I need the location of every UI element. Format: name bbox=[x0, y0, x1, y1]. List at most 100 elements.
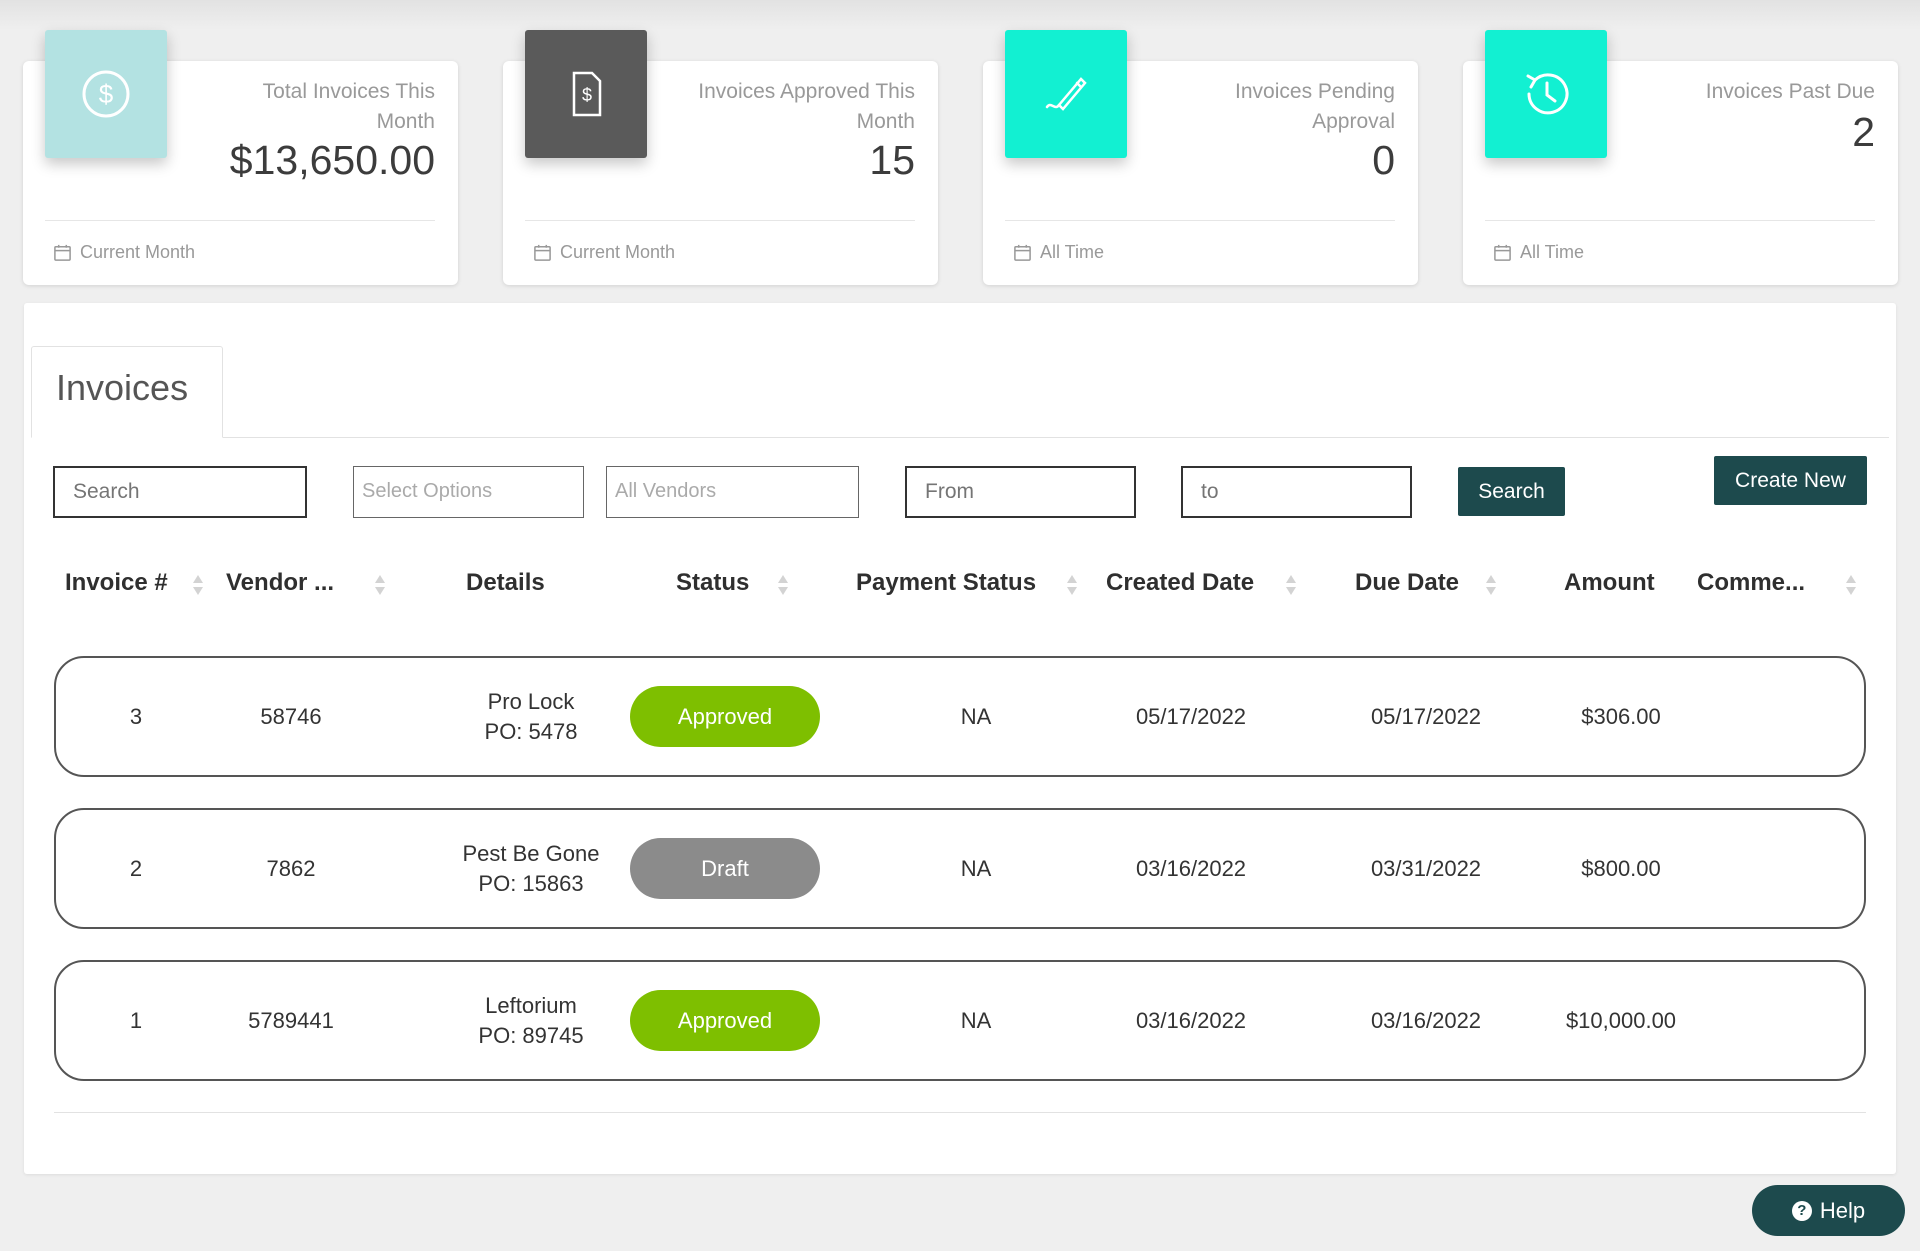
tab-bar bbox=[31, 437, 1889, 438]
table-row[interactable]: 1 5789441 Leftorium PO: 89745 Approved N… bbox=[54, 960, 1866, 1081]
comment bbox=[1706, 962, 1846, 1079]
column-header-details: Details bbox=[466, 569, 545, 596]
comment bbox=[1706, 810, 1846, 927]
svg-text:$: $ bbox=[99, 79, 114, 109]
column-header-vendor[interactable]: Vendor ... bbox=[226, 569, 334, 597]
table-row[interactable]: 3 58746 Pro Lock PO: 5478 Approved NA 05… bbox=[54, 656, 1866, 777]
to-date-input[interactable] bbox=[1181, 466, 1412, 518]
stat-card-pending: Invoices Pending Approval 0 All Time bbox=[983, 30, 1418, 285]
calendar-icon bbox=[1014, 244, 1031, 261]
card-divider bbox=[525, 220, 915, 221]
stat-card-total-invoices: $ Total Invoices This Month $13,650.00 C… bbox=[23, 30, 458, 285]
amount: $10,000.00 bbox=[1565, 1007, 1677, 1033]
column-header-created-date[interactable]: Created Date bbox=[1106, 569, 1254, 597]
sort-icon[interactable] bbox=[1286, 575, 1296, 597]
sort-icon[interactable] bbox=[375, 575, 385, 597]
details-po: PO: 15863 bbox=[478, 870, 584, 896]
created-date: 05/17/2022 bbox=[1135, 703, 1247, 729]
tab-invoices[interactable]: Invoices bbox=[31, 346, 223, 438]
svg-text:$: $ bbox=[582, 85, 592, 105]
payment-status: NA bbox=[960, 703, 992, 729]
created-date: 03/16/2022 bbox=[1135, 855, 1247, 881]
search-button[interactable]: Search bbox=[1458, 467, 1565, 516]
card-title: Invoices Pending Approval bbox=[1235, 80, 1395, 133]
created-date: 03/16/2022 bbox=[1135, 1007, 1247, 1033]
column-header-due-date[interactable]: Due Date bbox=[1355, 569, 1459, 597]
card-footer-label: Current Month bbox=[560, 242, 676, 262]
table-bottom-divider bbox=[54, 1112, 1866, 1113]
card-divider bbox=[1485, 220, 1875, 221]
calendar-icon bbox=[1494, 244, 1511, 261]
card-footer-label: All Time bbox=[1040, 242, 1105, 262]
payment-status: NA bbox=[960, 855, 992, 881]
dollar-circle-icon: $ bbox=[45, 30, 167, 158]
card-title: Invoices Approved This Month bbox=[698, 80, 915, 133]
column-header-comments[interactable]: Comme... bbox=[1697, 569, 1805, 597]
card-footer: Current Month bbox=[533, 242, 675, 263]
card-value: 15 bbox=[869, 137, 915, 183]
status-select[interactable]: Select Options bbox=[353, 466, 584, 518]
card-value: 0 bbox=[1372, 137, 1395, 183]
stat-card-approved: $ Invoices Approved This Month 15 Curren… bbox=[503, 30, 938, 285]
card-footer-label: Current Month bbox=[80, 242, 196, 262]
question-circle-icon: ? bbox=[1791, 1200, 1812, 1221]
card-divider bbox=[45, 220, 435, 221]
help-label: Help bbox=[1819, 1197, 1866, 1223]
sort-icon[interactable] bbox=[778, 575, 788, 597]
details-po: PO: 5478 bbox=[484, 718, 578, 744]
vendor-select[interactable]: All Vendors bbox=[606, 466, 859, 518]
amount: $306.00 bbox=[1581, 703, 1661, 729]
card-value: 2 bbox=[1852, 109, 1875, 155]
due-date: 05/17/2022 bbox=[1370, 703, 1482, 729]
clock-history-icon bbox=[1485, 30, 1607, 158]
vendor-number: 58746 bbox=[260, 703, 322, 729]
details: Pro Lock PO: 5478 bbox=[416, 658, 646, 775]
card-footer: Current Month bbox=[53, 242, 195, 263]
details-name: Pro Lock bbox=[487, 688, 575, 714]
card-title: Invoices Past Due bbox=[1705, 80, 1875, 103]
table-row[interactable]: 2 7862 Pest Be Gone PO: 15863 Draft NA 0… bbox=[54, 808, 1866, 929]
column-header-invoice[interactable]: Invoice # bbox=[65, 569, 168, 597]
sort-icon[interactable] bbox=[1486, 575, 1496, 597]
amount: $800.00 bbox=[1581, 855, 1661, 881]
top-shade bbox=[0, 0, 1920, 30]
card-value: $13,650.00 bbox=[229, 137, 435, 183]
payment-status: NA bbox=[960, 1007, 992, 1033]
invoices-panel: Invoices Select Options All Vendors Sear… bbox=[24, 303, 1896, 1174]
details-po: PO: 89745 bbox=[478, 1022, 584, 1048]
stat-card-past-due: Invoices Past Due 2 All Time bbox=[1463, 30, 1898, 285]
sort-icon[interactable] bbox=[1846, 575, 1856, 597]
status-badge: Approved bbox=[630, 990, 820, 1051]
column-header-amount: Amount bbox=[1564, 569, 1655, 596]
status-badge: Draft bbox=[630, 838, 820, 899]
card-footer: All Time bbox=[1493, 242, 1584, 263]
details: Pest Be Gone PO: 15863 bbox=[416, 810, 646, 927]
details: Leftorium PO: 89745 bbox=[416, 962, 646, 1079]
sort-icon[interactable] bbox=[1067, 575, 1077, 597]
comment bbox=[1706, 658, 1846, 775]
vendor-number: 7862 bbox=[266, 855, 316, 881]
from-date-input[interactable] bbox=[905, 466, 1136, 518]
card-title: Total Invoices This Month bbox=[262, 80, 435, 133]
card-footer-label: All Time bbox=[1520, 242, 1585, 262]
sort-icon[interactable] bbox=[193, 575, 203, 597]
vendor-number: 5789441 bbox=[248, 1007, 334, 1033]
invoice-number: 2 bbox=[129, 855, 143, 881]
details-name: Pest Be Gone bbox=[462, 840, 600, 866]
calendar-icon bbox=[54, 244, 71, 261]
calendar-icon bbox=[534, 244, 551, 261]
invoice-number: 1 bbox=[129, 1007, 143, 1033]
invoice-number: 3 bbox=[129, 703, 143, 729]
column-header-status[interactable]: Status bbox=[676, 569, 749, 597]
card-divider bbox=[1005, 220, 1395, 221]
card-footer: All Time bbox=[1013, 242, 1104, 263]
search-input[interactable] bbox=[53, 466, 307, 518]
details-name: Leftorium bbox=[485, 992, 577, 1018]
due-date: 03/31/2022 bbox=[1370, 855, 1482, 881]
help-button[interactable]: ? Help bbox=[1752, 1185, 1905, 1236]
create-new-button[interactable]: Create New bbox=[1714, 456, 1867, 505]
invoice-document-icon: $ bbox=[525, 30, 647, 158]
status-badge: Approved bbox=[630, 686, 820, 747]
due-date: 03/16/2022 bbox=[1370, 1007, 1482, 1033]
column-header-payment-status[interactable]: Payment Status bbox=[856, 569, 1036, 597]
